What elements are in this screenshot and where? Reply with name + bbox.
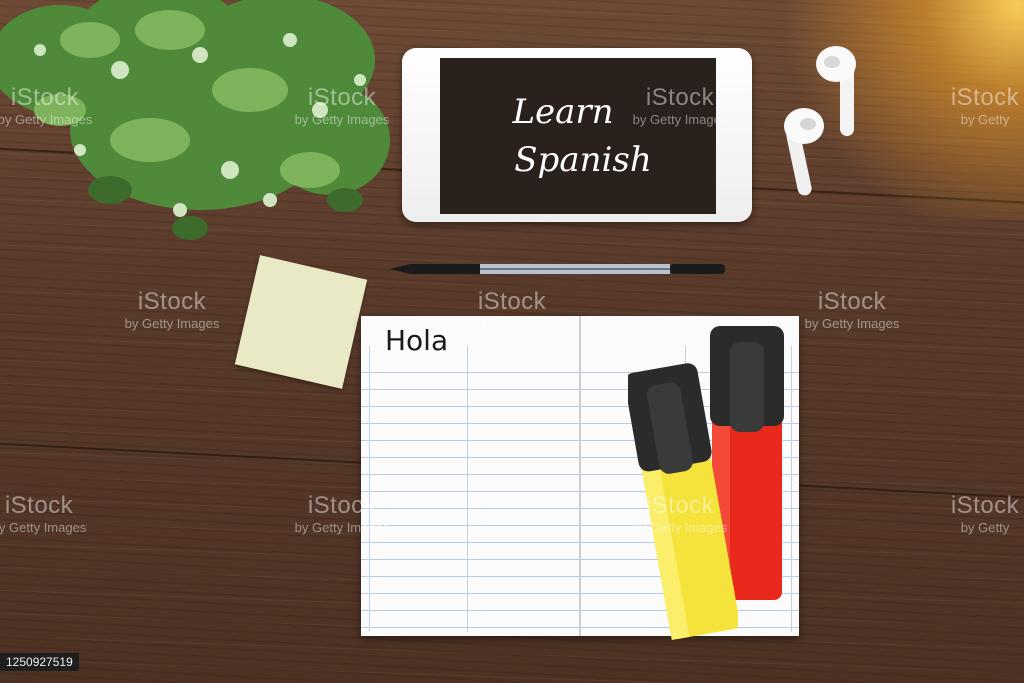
notebook-spine: [579, 316, 581, 636]
smartphone: Learn Spanish: [402, 48, 752, 222]
watermark-sub: by Getty Images: [804, 316, 900, 331]
watermark: iStock by Getty: [940, 492, 1024, 535]
photo-scene: Learn Spanish Hola iStock by Getty Image…: [0, 0, 1024, 683]
watermark: iStock by Getty Images: [262, 492, 422, 535]
watermark: iStock by Getty Images: [262, 84, 422, 127]
watermark-sub: by Getty Images: [0, 112, 93, 127]
image-id-label: 1250927519: [0, 653, 79, 671]
notebook-margin-line: [791, 346, 792, 632]
watermark-sub: by Getty Images: [294, 112, 390, 127]
watermark: iStock by Getty Images: [0, 492, 94, 535]
watermark-sub: by Getty Images: [0, 520, 87, 535]
watermark-sub: by Getty Images: [632, 112, 728, 127]
ballpoint-pen-icon: [390, 264, 725, 274]
watermark-sub: by Getty Images: [294, 520, 390, 535]
phone-screen: Learn Spanish: [440, 58, 716, 214]
watermark: iStock by Getty Images: [0, 84, 100, 127]
watermark-brand: iStock: [307, 492, 377, 519]
phone-text-learn: Learn: [512, 92, 614, 132]
phone-text-spanish: Spanish: [514, 140, 652, 180]
watermark-sub: by Getty: [960, 520, 1010, 535]
watermark-brand: iStock: [645, 84, 715, 111]
watermark-brand: iStock: [645, 492, 715, 519]
watermark-sub: by Getty Images: [124, 316, 220, 331]
notebook-margin-line: [369, 346, 370, 632]
earbud-icon: [784, 108, 824, 196]
watermark-brand: iStock: [950, 492, 1020, 519]
watermark: iStock by Getty Images: [92, 288, 252, 331]
sticky-note: [234, 255, 368, 389]
watermark-brand: iStock: [4, 492, 74, 519]
watermark-brand: iStock: [307, 84, 377, 111]
watermark-sub: by Getty Images: [632, 520, 728, 535]
watermark-brand: iStock: [950, 84, 1020, 111]
watermark-brand: iStock: [137, 288, 207, 315]
watermark-brand: iStock: [10, 84, 80, 111]
watermark: iStock by Getty Images: [600, 492, 760, 535]
watermark-sub: by Getty: [960, 112, 1010, 127]
watermark: iStock by Getty Images: [432, 288, 592, 331]
watermark-brand: iStock: [477, 288, 547, 315]
notebook-column-line: [467, 346, 468, 632]
watermark-brand: iStock: [817, 288, 887, 315]
watermark: iStock by Getty: [940, 84, 1024, 127]
watermark-sub: by Getty Images: [464, 316, 560, 331]
watermark: iStock by Getty Images: [600, 84, 760, 127]
watermark: iStock by Getty Images: [772, 288, 932, 331]
